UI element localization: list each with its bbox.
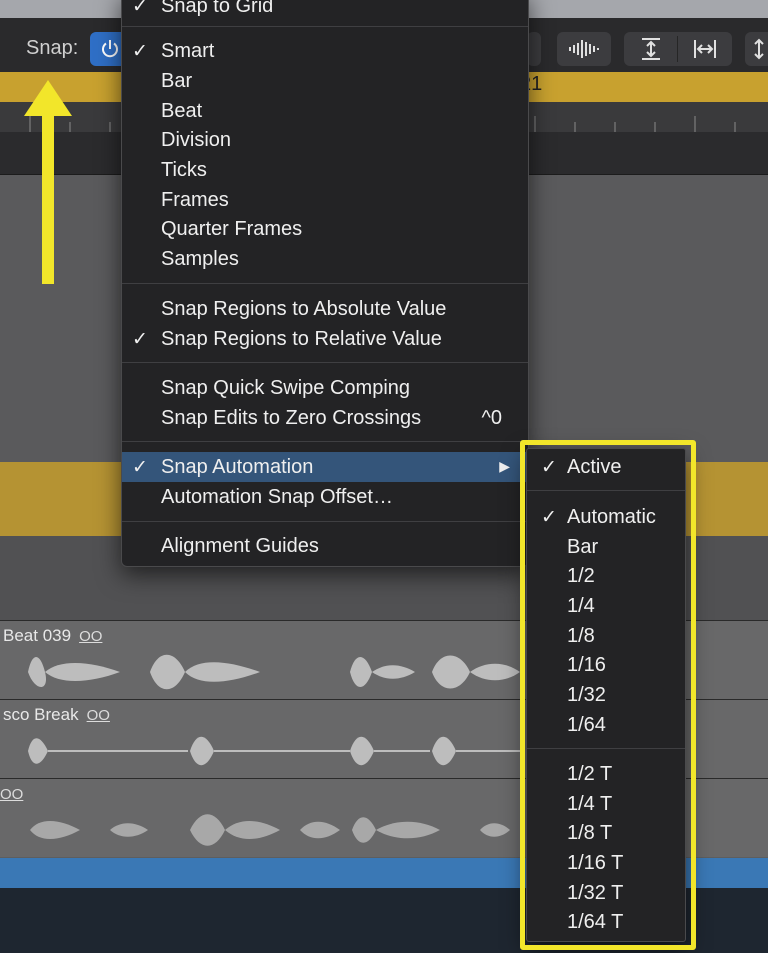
annotation-highlight-box xyxy=(520,440,696,950)
annotation-arrow-icon xyxy=(24,80,72,284)
waveform-button[interactable] xyxy=(557,32,611,66)
menu-separator xyxy=(122,362,528,363)
menu-item-snap-regions-relative[interactable]: ✓ Snap Regions to Relative Value xyxy=(122,324,528,354)
power-icon xyxy=(102,40,118,58)
menu-item-label: Smart xyxy=(161,40,215,62)
menu-item-snap-automation[interactable]: ✓ Snap Automation ▶ xyxy=(122,452,528,482)
menu-item-alignment-guides[interactable]: Alignment Guides xyxy=(122,531,528,561)
waveform-icon xyxy=(569,40,599,58)
menu-separator xyxy=(122,26,528,27)
region-title: Beat 039 xyxy=(3,626,72,645)
loop-icon: OO xyxy=(79,628,103,645)
menu-item-smart[interactable]: ✓ Smart xyxy=(122,36,528,66)
menu-item-label: Automation Snap Offset… xyxy=(161,486,393,508)
check-icon: ✓ xyxy=(132,0,148,17)
menu-separator xyxy=(122,283,528,284)
region-title: sco Break xyxy=(3,705,79,724)
menu-item-label: Snap Quick Swipe Comping xyxy=(161,377,411,399)
menu-item-label: Samples xyxy=(161,248,239,270)
check-icon: ✓ xyxy=(132,41,148,62)
menu-item-label: Division xyxy=(161,129,232,151)
loop-icon: OO xyxy=(0,786,24,803)
menu-item-bar[interactable]: Bar xyxy=(122,66,528,96)
menu-item-label: Snap to Grid xyxy=(161,0,274,17)
snap-label: Snap: xyxy=(26,37,79,59)
menu-item-label: Quarter Frames xyxy=(161,218,303,240)
waveform xyxy=(28,736,520,766)
divider xyxy=(677,36,678,62)
vertical-zoom-icon[interactable] xyxy=(639,37,663,61)
region-name: OO xyxy=(0,784,23,804)
zoom-button-group xyxy=(624,32,732,66)
menu-item-quarter-frames[interactable]: Quarter Frames xyxy=(122,214,528,244)
keyboard-shortcut: ^0 xyxy=(481,407,502,429)
menu-item-division[interactable]: Division xyxy=(122,125,528,155)
menu-item-label: Beat xyxy=(161,100,203,122)
snap-menu: ✓ Snap to Grid ✓ Smart Bar Beat Division… xyxy=(121,0,529,567)
menu-item-label: Ticks xyxy=(161,159,207,181)
menu-item-snap-quick-swipe[interactable]: Snap Quick Swipe Comping xyxy=(122,373,528,403)
menu-separator xyxy=(122,441,528,442)
menu-item-label: Snap Automation xyxy=(161,456,314,478)
menu-item-label: Snap Edits to Zero Crossings xyxy=(161,407,422,429)
menu-item-snap-regions-absolute[interactable]: Snap Regions to Absolute Value xyxy=(122,294,528,324)
menu-item-samples[interactable]: Samples xyxy=(122,244,528,274)
loop-icon: OO xyxy=(86,707,110,724)
waveform xyxy=(28,654,520,690)
waveform xyxy=(30,814,510,846)
check-icon: ✓ xyxy=(132,457,148,478)
region-name: sco Break OO xyxy=(3,705,110,725)
menu-item-label: Snap Regions to Relative Value xyxy=(161,328,442,350)
menu-separator xyxy=(122,521,528,522)
menu-item-ticks[interactable]: Ticks xyxy=(122,155,528,185)
menu-item-beat[interactable]: Beat xyxy=(122,96,528,126)
menu-item-automation-snap-offset[interactable]: Automation Snap Offset… xyxy=(122,482,528,512)
toolbar-button-partial[interactable] xyxy=(527,32,541,66)
menu-item-frames[interactable]: Frames xyxy=(122,185,528,215)
menu-item-label: Alignment Guides xyxy=(161,535,319,557)
menu-item-snap-to-grid[interactable]: ✓ Snap to Grid xyxy=(122,0,528,21)
menu-item-label: Frames xyxy=(161,189,229,211)
horizontal-zoom-icon[interactable] xyxy=(693,37,717,61)
vertical-resize-icon xyxy=(754,38,764,60)
toolbar-button-partial-right[interactable] xyxy=(745,32,768,66)
check-icon: ✓ xyxy=(132,329,148,350)
menu-item-snap-zero-crossings[interactable]: Snap Edits to Zero Crossings ^0 xyxy=(122,403,528,433)
menu-item-label: Snap Regions to Absolute Value xyxy=(161,298,447,320)
menu-item-label: Bar xyxy=(161,70,193,92)
region-name: Beat 039 OO xyxy=(3,626,102,646)
submenu-arrow-icon: ▶ xyxy=(499,458,510,474)
